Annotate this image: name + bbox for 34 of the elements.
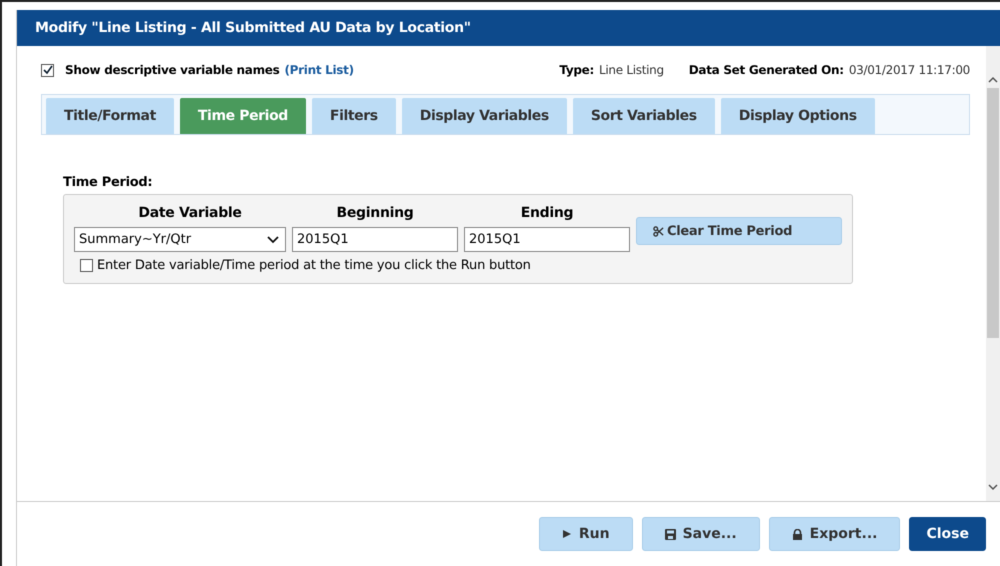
chevron-down-icon: [267, 236, 279, 244]
run-button[interactable]: Run: [538, 517, 633, 551]
date-variable-dropdown[interactable]: Summary~Yr/Qtr: [74, 227, 286, 252]
section-heading: Time Period:: [63, 175, 154, 190]
tab[interactable]: Display Variables: [402, 98, 567, 134]
checkbox-label: Show descriptive variable names: [65, 63, 280, 77]
scroll-up-icon[interactable]: [988, 76, 998, 84]
close-button[interactable]: Close: [909, 517, 986, 551]
type-value: Line Listing: [599, 63, 664, 77]
print-list-link[interactable]: (Print List): [284, 63, 354, 77]
type-label: Type:: [559, 63, 594, 77]
generated-label: Data Set Generated On:: [688, 63, 844, 77]
tab[interactable]: Filters: [312, 98, 396, 134]
column-heading: Beginning: [335, 205, 414, 221]
lock-icon: [792, 528, 803, 540]
play-icon: [562, 529, 572, 539]
column-heading: Date Variable: [137, 205, 243, 221]
checkbox-label: Enter Date variable/Time period at the time you click the Run button: [97, 258, 531, 273]
generated-value: 03/01/2017 11:17:00: [848, 63, 970, 77]
window-title: Modify "Line Listing - All Submitted AU Data by Location": [35, 20, 471, 36]
tab[interactable]: Sort Variables: [572, 98, 715, 134]
beginning-field[interactable]: 2015Q1: [292, 227, 458, 252]
save-button[interactable]: Save...: [642, 517, 760, 551]
export-button[interactable]: Export...: [768, 517, 900, 551]
tab[interactable]: Title/Format: [46, 98, 174, 134]
clear-time-period-button[interactable]: Clear Time Period: [636, 217, 842, 245]
checkbox[interactable]: [80, 259, 93, 272]
scissors-icon: [653, 226, 664, 236]
column-heading: Ending: [520, 205, 574, 221]
scroll-down-icon[interactable]: [988, 483, 998, 491]
tab[interactable]: Display Options: [720, 98, 875, 134]
checkbox[interactable]: [41, 64, 54, 76]
ending-field[interactable]: 2015Q1: [464, 227, 630, 252]
scrollbar[interactable]: [986, 46, 1000, 501]
